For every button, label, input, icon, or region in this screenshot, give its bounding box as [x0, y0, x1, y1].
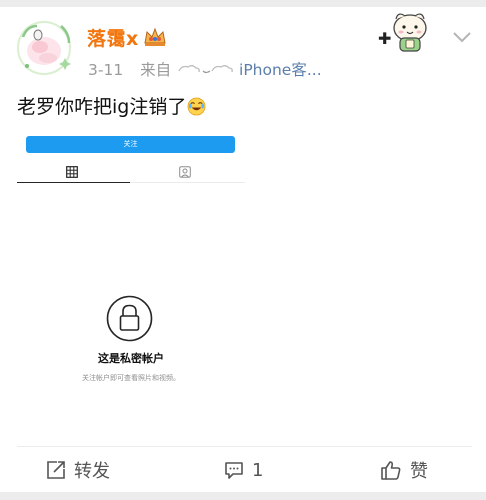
- profile-tabs: [17, 164, 245, 184]
- private-account-title: 这是私密帐户: [98, 352, 164, 365]
- grid-icon: [66, 166, 78, 178]
- repost-label: 转发: [74, 461, 110, 482]
- comment-icon: [225, 462, 243, 479]
- avatar[interactable]: [14, 17, 74, 77]
- source-link[interactable]: iPhone客...: [239, 61, 322, 79]
- action-divider: [17, 446, 472, 447]
- top-separator: [0, 0, 486, 7]
- like-button[interactable]: 赞: [380, 455, 428, 485]
- chevron-down-icon[interactable]: [452, 30, 472, 44]
- post-text-content: 老罗你咋把ig注销了: [17, 96, 187, 118]
- comment-count: 1: [252, 459, 264, 481]
- comment-button[interactable]: 1: [224, 455, 263, 485]
- repost-button[interactable]: 转发: [46, 455, 110, 485]
- username[interactable]: 落霭x: [87, 24, 139, 51]
- like-icon: [381, 461, 401, 480]
- tab-divider: [130, 182, 245, 183]
- post-image[interactable]: 关注 这是私密帐户 关注帐户即可查看照片和视频。: [17, 136, 245, 436]
- follow-button: 关注: [26, 136, 235, 153]
- source-prefix: 来自: [140, 61, 172, 79]
- post-text: 老罗你咋把ig注销了: [17, 92, 206, 119]
- post-meta: 3-11 来自 iPhone客...: [88, 58, 322, 80]
- laughing-emoji: [187, 97, 206, 116]
- cloud-icon: [178, 65, 233, 74]
- svg-text:✚: ✚: [378, 29, 391, 48]
- bottom-separator: [0, 492, 486, 500]
- active-tab-indicator: [17, 182, 130, 183]
- like-label: 赞: [410, 461, 428, 482]
- repost-icon: [47, 461, 65, 479]
- tagged-icon: [179, 166, 191, 178]
- lock-icon: [106, 295, 153, 342]
- private-account-subtitle: 关注帐户即可查看照片和视频。: [82, 374, 180, 382]
- sticker-decoration: ✚: [378, 13, 427, 52]
- post-date: 3-11: [88, 61, 124, 79]
- crown-badge-icon[interactable]: [143, 27, 167, 47]
